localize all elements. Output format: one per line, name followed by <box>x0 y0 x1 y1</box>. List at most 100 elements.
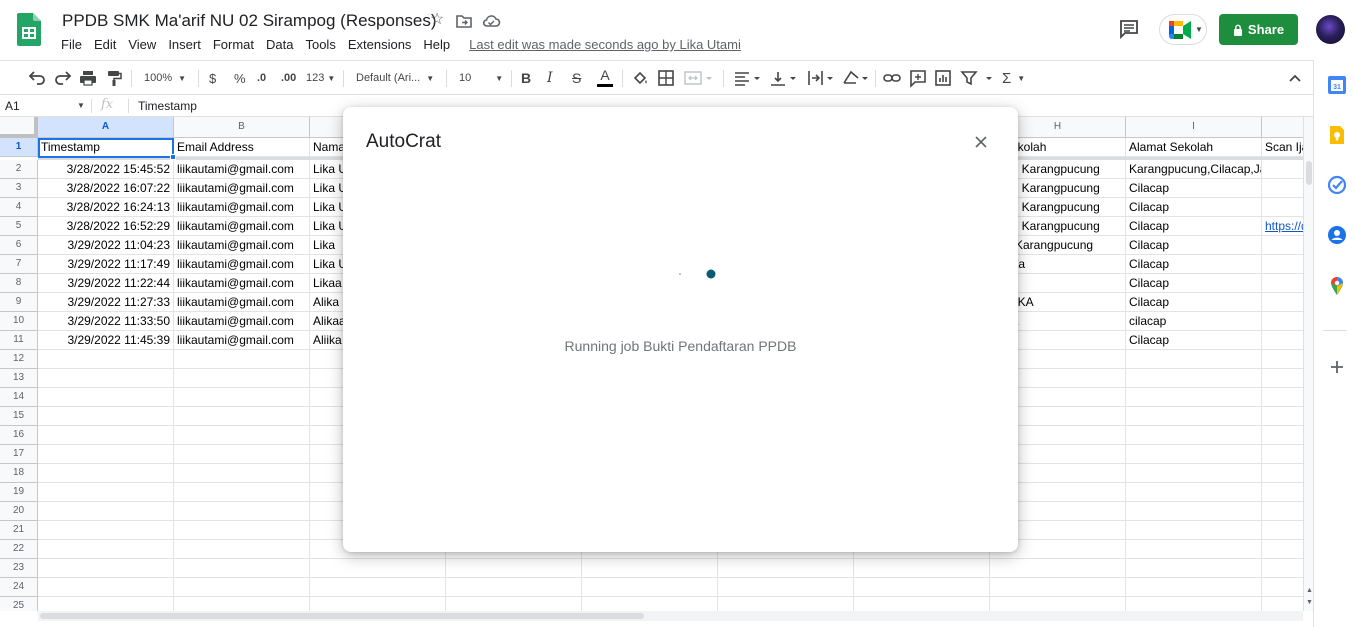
cell-alamat-sekolah[interactable] <box>1126 407 1262 426</box>
cell-scan-ijazah[interactable] <box>1262 198 1303 217</box>
vertical-scrollbar[interactable]: ▲ ▼ <box>1303 117 1313 611</box>
column-header-i[interactable]: I <box>1126 117 1262 138</box>
row-header[interactable]: 13 <box>0 369 38 388</box>
cell-timestamp[interactable]: 3/28/2022 16:52:29 <box>38 217 174 236</box>
document-title[interactable]: PPDB SMK Ma'arif NU 02 Sirampog (Respons… <box>62 11 437 31</box>
cell-email[interactable] <box>174 483 310 502</box>
column-header-b[interactable]: B <box>174 117 310 138</box>
cell-timestamp[interactable] <box>38 426 174 445</box>
cell-alamat-sekolah[interactable] <box>1126 540 1262 559</box>
cell-email[interactable]: liikautami@gmail.com <box>174 160 310 179</box>
cell-scan-ijazah[interactable] <box>1262 559 1303 578</box>
vertical-scroll-thumb[interactable] <box>1306 161 1312 185</box>
share-button[interactable]: Share <box>1219 14 1298 45</box>
insert-link-icon[interactable] <box>883 68 901 88</box>
cell-timestamp[interactable] <box>38 483 174 502</box>
cell-scan-ijazah[interactable] <box>1262 160 1303 179</box>
menu-tools[interactable]: Tools <box>299 36 341 54</box>
cell-timestamp[interactable] <box>38 464 174 483</box>
cell-scan-ijazah[interactable] <box>1262 597 1303 611</box>
cell-alamat-sekolah[interactable] <box>1126 388 1262 407</box>
row-header[interactable]: 2 <box>0 160 38 179</box>
last-edit-link[interactable]: Last edit was made seconds ago by Lika U… <box>469 36 741 54</box>
select-all-corner[interactable] <box>0 117 38 138</box>
close-icon[interactable] <box>972 133 990 151</box>
cell-email[interactable] <box>174 426 310 445</box>
cell-nama[interactable] <box>310 578 446 597</box>
cell-email[interactable] <box>174 388 310 407</box>
cell-timestamp[interactable] <box>38 502 174 521</box>
cell-timestamp[interactable] <box>38 521 174 540</box>
insert-chart-icon[interactable] <box>934 68 952 88</box>
font-size-select[interactable]: 10 ▼ <box>459 68 503 88</box>
formula-input[interactable]: Timestamp <box>138 98 197 114</box>
cell-asal-sekolah[interactable] <box>990 559 1126 578</box>
cell-email[interactable]: liikautami@gmail.com <box>174 217 310 236</box>
row-header[interactable]: 16 <box>0 426 38 445</box>
cell-timestamp[interactable]: 3/29/2022 11:27:33 <box>38 293 174 312</box>
cell-empty[interactable] <box>582 578 718 597</box>
cell-timestamp[interactable] <box>38 597 174 611</box>
contacts-icon[interactable] <box>1327 225 1347 245</box>
scroll-down-icon[interactable]: ▼ <box>1306 599 1313 606</box>
cell-scan-ijazah[interactable] <box>1262 179 1303 198</box>
header-cell-scan-ijazah[interactable]: Scan Ija <box>1262 138 1303 157</box>
name-box[interactable]: A1 ▼ <box>5 98 85 114</box>
row-header[interactable]: 4 <box>0 198 38 217</box>
cell-timestamp[interactable]: 3/29/2022 11:45:39 <box>38 331 174 350</box>
star-icon[interactable]: ☆ <box>427 10 447 30</box>
cell-empty[interactable] <box>854 597 990 611</box>
row-header[interactable]: 9 <box>0 293 38 312</box>
row-header[interactable]: 15 <box>0 407 38 426</box>
menu-data[interactable]: Data <box>260 36 299 54</box>
row-header[interactable]: 22 <box>0 540 38 559</box>
cell-email[interactable] <box>174 578 310 597</box>
menu-insert[interactable]: Insert <box>162 36 207 54</box>
cell-scan-ijazah[interactable] <box>1262 483 1303 502</box>
tasks-icon[interactable] <box>1327 175 1347 195</box>
cell-alamat-sekolah[interactable] <box>1126 426 1262 445</box>
row-header[interactable]: 21 <box>0 521 38 540</box>
row-header[interactable]: 19 <box>0 483 38 502</box>
cell-alamat-sekolah[interactable] <box>1126 350 1262 369</box>
row-header[interactable]: 12 <box>0 350 38 369</box>
cell-alamat-sekolah[interactable] <box>1126 559 1262 578</box>
cell-email[interactable]: liikautami@gmail.com <box>174 312 310 331</box>
cell-timestamp[interactable]: 3/29/2022 11:22:44 <box>38 274 174 293</box>
strikethrough-button[interactable]: S <box>572 68 581 88</box>
fill-handle[interactable] <box>170 154 176 160</box>
insert-comment-icon[interactable] <box>909 68 927 88</box>
cell-alamat-sekolah[interactable] <box>1126 369 1262 388</box>
cell-alamat-sekolah[interactable]: Karangpucung,Cilacap,Jawa Tengah <box>1126 160 1262 179</box>
cell-email[interactable] <box>174 369 310 388</box>
cell-timestamp[interactable]: 3/28/2022 16:24:13 <box>38 198 174 217</box>
cell-nama[interactable] <box>310 597 446 611</box>
functions-button[interactable]: Σ ▼ <box>1002 68 1025 88</box>
currency-format-button[interactable]: $ <box>209 68 216 88</box>
menu-format[interactable]: Format <box>207 36 260 54</box>
menu-file[interactable]: File <box>55 36 88 54</box>
cell-email[interactable] <box>174 464 310 483</box>
cell-timestamp[interactable] <box>38 388 174 407</box>
cell-scan-ijazah[interactable] <box>1262 331 1303 350</box>
filter-icon[interactable] <box>960 68 994 88</box>
row-header[interactable]: 11 <box>0 331 38 350</box>
font-family-select[interactable]: Default (Ari... ▼ <box>356 68 434 88</box>
cell-scan-ijazah[interactable] <box>1262 502 1303 521</box>
cell-alamat-sekolah[interactable]: Cilacap <box>1126 274 1262 293</box>
cell-alamat-sekolah[interactable]: Cilacap <box>1126 179 1262 198</box>
cell-alamat-sekolah[interactable]: Cilacap <box>1126 236 1262 255</box>
more-formats-button[interactable]: 123 ▼ <box>306 68 335 88</box>
cell-alamat-sekolah[interactable]: Cilacap <box>1126 331 1262 350</box>
horizontal-align-icon[interactable] <box>733 68 763 88</box>
cell-timestamp[interactable]: 3/29/2022 11:33:50 <box>38 312 174 331</box>
row-header[interactable]: 10 <box>0 312 38 331</box>
text-color-button[interactable]: A <box>597 66 613 90</box>
add-icon[interactable] <box>1327 357 1347 377</box>
row-header[interactable]: 24 <box>0 578 38 597</box>
keep-icon[interactable] <box>1327 125 1347 145</box>
collapse-menu-icon[interactable] <box>1286 68 1304 88</box>
row-header[interactable]: 14 <box>0 388 38 407</box>
cell-timestamp[interactable] <box>38 369 174 388</box>
meet-button[interactable]: ▼ <box>1159 14 1207 45</box>
